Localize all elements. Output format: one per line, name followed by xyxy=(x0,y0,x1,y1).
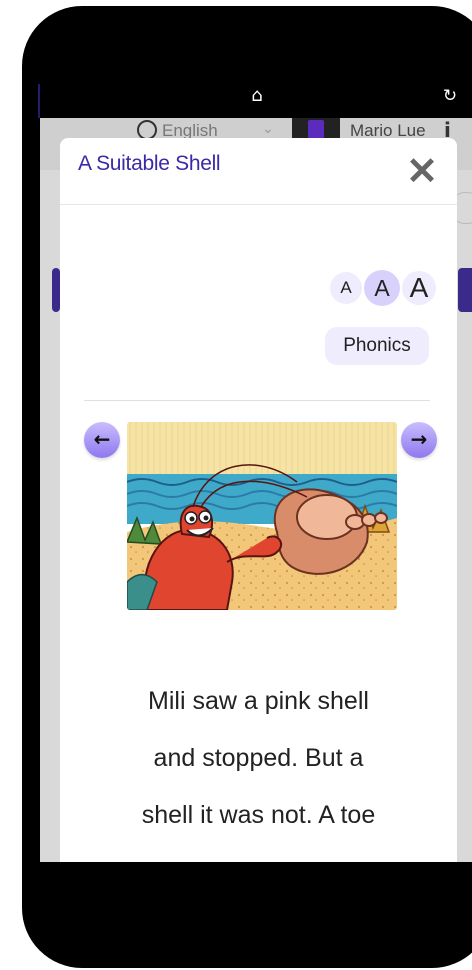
modal-title: A Suitable Shell xyxy=(78,152,221,175)
globe-icon xyxy=(137,120,157,140)
chevron-down-icon: ⌄ xyxy=(262,121,274,137)
story-modal: A Suitable Shell ✕ A A A Phonics ← → Mil… xyxy=(60,138,457,862)
window-edge xyxy=(38,84,40,118)
story-line: and stopped. But a xyxy=(153,744,364,772)
font-size-selector: A A A xyxy=(330,269,436,307)
story-line: Mili saw a pink shell xyxy=(148,687,369,715)
next-page-button[interactable]: → xyxy=(401,422,437,458)
home-icon[interactable]: ⌂ xyxy=(246,86,268,106)
close-button[interactable]: ✕ xyxy=(404,153,440,191)
divider xyxy=(60,204,457,205)
story-text: Mili saw a pink shell and stopped. But a… xyxy=(60,673,457,844)
font-size-small-button[interactable]: A xyxy=(330,272,362,304)
divider xyxy=(84,400,430,401)
background-button xyxy=(52,268,60,312)
crayfish-and-shell-illustration xyxy=(127,422,397,610)
previous-page-button[interactable]: ← xyxy=(84,422,120,458)
story-illustration xyxy=(127,422,397,610)
font-size-medium-button[interactable]: A xyxy=(364,270,400,306)
background-button xyxy=(458,268,472,312)
font-size-large-button[interactable]: A xyxy=(402,271,436,305)
story-line: shell it was not. A toe xyxy=(141,801,376,829)
phonics-button[interactable]: Phonics xyxy=(325,327,429,365)
refresh-icon[interactable]: ↻ xyxy=(440,86,460,106)
